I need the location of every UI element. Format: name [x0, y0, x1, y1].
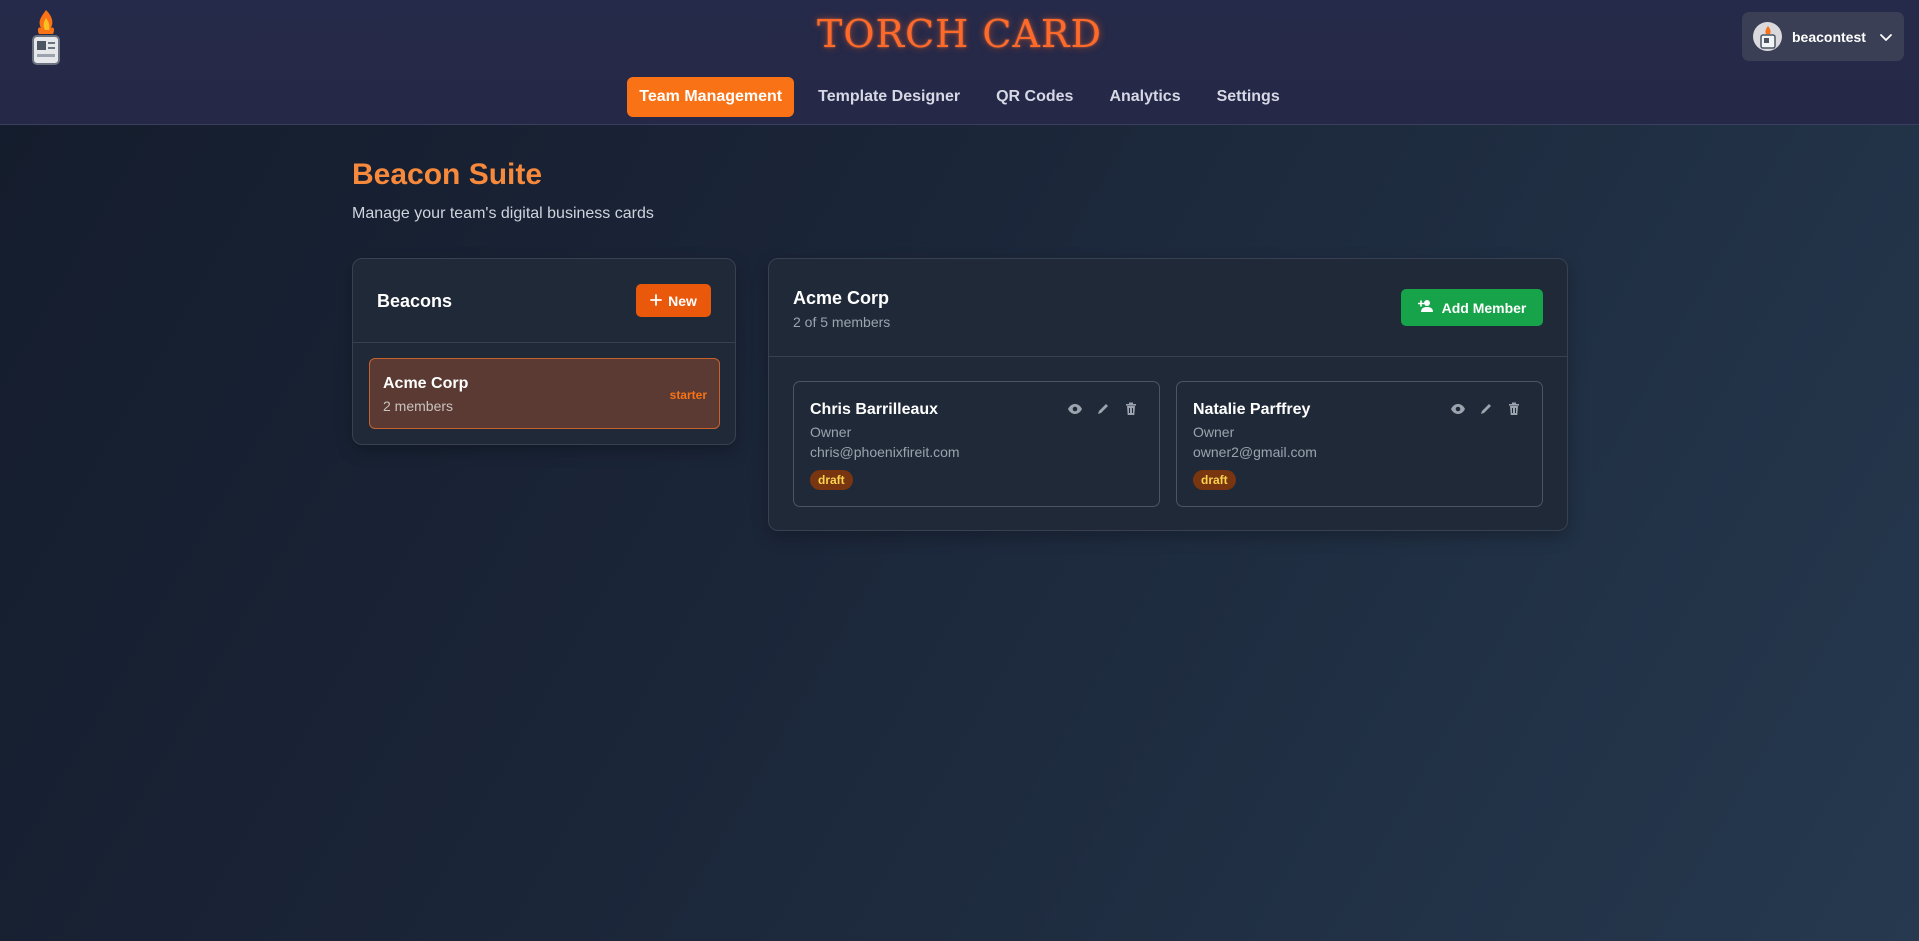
trash-icon[interactable]: [1506, 401, 1522, 417]
member-name: Chris Barrilleaux: [810, 401, 939, 418]
member-actions: [1067, 401, 1139, 417]
new-beacon-label: New: [668, 292, 697, 309]
new-beacon-button[interactable]: New: [636, 284, 711, 317]
page-title: Beacon Suite: [352, 158, 543, 191]
eye-icon[interactable]: [1450, 401, 1466, 417]
avatar: [1753, 22, 1782, 51]
member-role: Owner: [810, 424, 852, 440]
beacons-title: Beacons: [377, 291, 453, 311]
member-email: owner2@gmail.com: [1193, 444, 1317, 460]
member-role: Owner: [1193, 424, 1235, 440]
pencil-icon[interactable]: [1478, 401, 1494, 417]
chevron-down-icon: [1879, 30, 1893, 44]
member-email: chris@phoenixfireit.com: [810, 444, 960, 460]
brand-title: TORCH CARD: [817, 12, 1102, 56]
plus-icon: [650, 293, 662, 309]
add-member-label: Add Member: [1441, 299, 1527, 316]
tab-settings[interactable]: Settings: [1205, 77, 1292, 117]
tab-template-designer[interactable]: Template Designer: [806, 77, 972, 117]
team-panel: Acme Corp 2 of 5 members Add Member Chri…: [768, 258, 1568, 531]
member-card: Chris Barrilleaux Owner chris@phoenixfir…: [793, 381, 1160, 507]
main-nav: Team Management Template Designer QR Cod…: [0, 77, 1919, 117]
beacon-member-count: 2 members: [383, 398, 454, 414]
member-name: Natalie Parffrey: [1193, 401, 1311, 418]
tab-analytics[interactable]: Analytics: [1097, 77, 1192, 117]
status-badge: draft: [810, 470, 853, 490]
member-actions: [1450, 401, 1522, 417]
beacon-name: Acme Corp: [383, 375, 469, 392]
trash-icon[interactable]: [1123, 401, 1139, 417]
member-card: Natalie Parffrey Owner owner2@gmail.com …: [1176, 381, 1543, 507]
add-member-button[interactable]: Add Member: [1401, 289, 1543, 326]
page-subtitle: Manage your team's digital business card…: [352, 205, 654, 222]
eye-icon[interactable]: [1067, 401, 1083, 417]
tab-team-management[interactable]: Team Management: [627, 77, 795, 117]
beacon-list-item[interactable]: Acme Corp 2 members starter: [369, 358, 720, 429]
team-name: Acme Corp: [793, 288, 890, 308]
plan-badge: starter: [669, 388, 707, 402]
beacons-panel-header: Beacons New: [353, 259, 735, 343]
tab-qr-codes[interactable]: QR Codes: [984, 77, 1085, 117]
beacons-panel: Beacons New Acme Corp 2 members starter: [352, 258, 736, 445]
username: beacontest: [1792, 28, 1866, 45]
user-menu-button[interactable]: beacontest: [1742, 12, 1904, 61]
team-member-count: 2 of 5 members: [793, 314, 891, 330]
status-badge: draft: [1193, 470, 1236, 490]
app-header: TORCH CARD Team Management Template Desi…: [0, 0, 1919, 125]
team-panel-header: Acme Corp 2 of 5 members Add Member: [769, 259, 1567, 357]
pencil-icon[interactable]: [1095, 401, 1111, 417]
user-plus-icon: [1417, 299, 1434, 316]
